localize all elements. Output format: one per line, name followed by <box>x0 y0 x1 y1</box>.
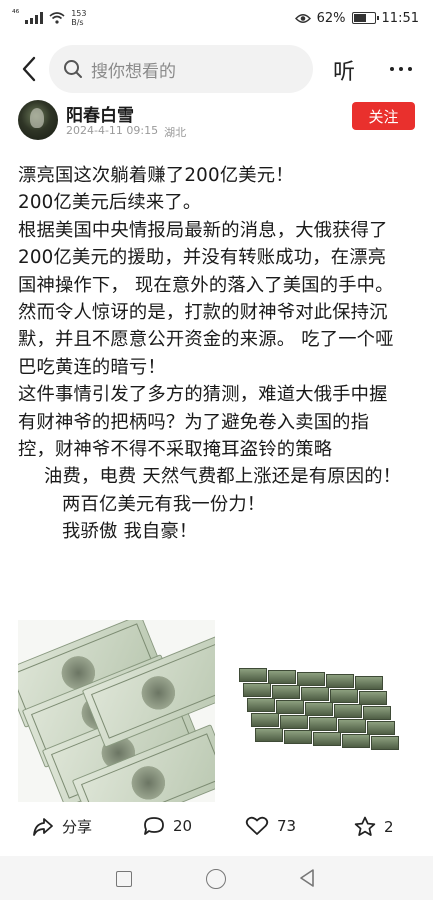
money-brick <box>246 698 275 712</box>
like-count: 73 <box>277 817 297 835</box>
search-input[interactable]: 搜你想看的 <box>49 45 313 93</box>
net-speed-unit: B/s <box>71 18 84 27</box>
money-brick <box>308 717 337 731</box>
back-button[interactable] <box>12 52 46 86</box>
post-line: 我骄傲 我自豪！ <box>62 521 198 543</box>
search-icon <box>64 60 82 78</box>
favorite-button[interactable]: 2 <box>354 816 394 837</box>
top-bar: 搜你想看的 听 <box>0 44 433 94</box>
money-brick <box>271 685 300 699</box>
money-brick <box>341 734 370 748</box>
battery-percent: 62% <box>316 10 346 26</box>
money-brick <box>362 706 391 720</box>
money-brick <box>370 736 399 750</box>
money-brick <box>304 702 333 716</box>
network-type-label: ⁴⁶ <box>12 9 20 19</box>
money-brick <box>267 670 296 684</box>
post-line: 巴吃黄连的暗亏！ <box>18 356 166 378</box>
money-brick <box>333 704 362 718</box>
post-meta: 2024-4-11 09:15 湖北 <box>66 124 186 140</box>
money-stack <box>238 668 399 768</box>
status-left: ⁴⁶ 153 B/s <box>12 9 87 27</box>
post-line: 然而令人惊讶的是，打款的财神爷对此保持沉 <box>18 302 388 324</box>
wifi-icon <box>49 12 65 24</box>
post-line: 200亿美元的援助，并没有转账成功，在漂亮 <box>18 247 387 269</box>
money-brick <box>325 674 354 688</box>
search-placeholder: 搜你想看的 <box>91 61 176 82</box>
post-line: 两百亿美元有我一份力！ <box>62 493 266 515</box>
home-icon[interactable] <box>206 869 226 889</box>
more-button[interactable] <box>384 52 418 86</box>
money-brick <box>300 687 329 701</box>
post-line: 有财神爷的把柄吗？为了避免卷入卖国的指 <box>18 411 370 433</box>
net-speed-value: 153 <box>71 9 87 18</box>
battery-icon <box>351 12 379 24</box>
signal-icon <box>25 12 44 24</box>
post-line: 根据美国中央情报局最新的消息，大俄获得了 <box>18 219 388 241</box>
post-location: 湖北 <box>164 126 187 139</box>
money-brick <box>250 713 279 727</box>
like-button[interactable]: 73 <box>245 816 296 836</box>
money-brick <box>312 732 341 746</box>
favorite-count: 2 <box>384 817 394 836</box>
money-brick <box>275 700 304 714</box>
follow-button[interactable]: 关注 <box>352 102 415 130</box>
post-images <box>18 620 415 802</box>
clock: 11:51 <box>381 10 419 26</box>
status-bar: ⁴⁶ 153 B/s 62% 11:51 <box>0 0 433 36</box>
post-line: 控，财神爷不得不采取掩耳盗铃的策略 <box>18 439 333 461</box>
more-icon <box>390 67 412 71</box>
post-line: 油费，电费 天然气费都上涨还是有原因的！ <box>44 466 402 488</box>
post-line: 200亿美元后续来了。 <box>18 192 202 214</box>
money-brick <box>254 728 283 742</box>
post-line: 这件事情引发了多方的猜测，难道大俄手中握 <box>18 384 388 406</box>
money-brick <box>279 715 308 729</box>
post-line: 默，并且不愿意公开资金的来源。 吃了一个哑 <box>18 329 394 351</box>
money-brick <box>296 672 325 686</box>
post-line: 漂亮国这次躺着赚了200亿美元！ <box>18 165 294 186</box>
author-name[interactable]: 阳春白雪 <box>66 101 134 126</box>
heart-icon <box>245 816 269 835</box>
share-icon <box>33 817 53 836</box>
post-date: 2024-4-11 09:15 <box>66 124 159 137</box>
action-bar: 分享 20 73 2 <box>0 812 433 848</box>
post-line: 国神操作下， 现在意外的落入了美国的手中。 <box>18 274 394 296</box>
avatar[interactable] <box>18 100 58 140</box>
back-icon <box>22 56 36 82</box>
post-image-money-stack[interactable] <box>218 620 415 802</box>
money-brick <box>283 730 312 744</box>
nav-back-icon[interactable] <box>298 868 316 888</box>
eye-icon <box>294 13 311 23</box>
money-brick <box>337 719 366 733</box>
comment-count: 20 <box>173 817 193 835</box>
recent-apps-icon[interactable] <box>116 871 132 887</box>
post-body: 漂亮国这次躺着赚了200亿美元！ 200亿美元后续来了。 根据美国中央情报局最新… <box>18 162 420 546</box>
money-brick <box>329 689 358 703</box>
money-brick <box>366 721 395 735</box>
star-icon <box>354 816 376 836</box>
author-row: 阳春白雪 2024-4-11 09:15 湖北 关注 <box>0 98 433 146</box>
system-nav-bar <box>0 856 433 900</box>
share-label: 分享 <box>62 818 93 836</box>
money-brick <box>242 683 271 697</box>
comment-icon <box>144 817 164 835</box>
battery-level <box>353 14 366 22</box>
money-brick <box>238 668 267 682</box>
net-speed: 153 B/s <box>71 9 86 27</box>
listen-button[interactable]: 听 <box>333 54 355 86</box>
comment-button[interactable]: 20 <box>143 816 192 836</box>
share-button[interactable]: 分享 <box>32 816 92 837</box>
money-brick <box>358 691 387 705</box>
money-brick <box>354 676 383 690</box>
status-right: 62% 11:51 <box>294 10 419 26</box>
post-image-dollar-bills[interactable] <box>18 620 215 802</box>
